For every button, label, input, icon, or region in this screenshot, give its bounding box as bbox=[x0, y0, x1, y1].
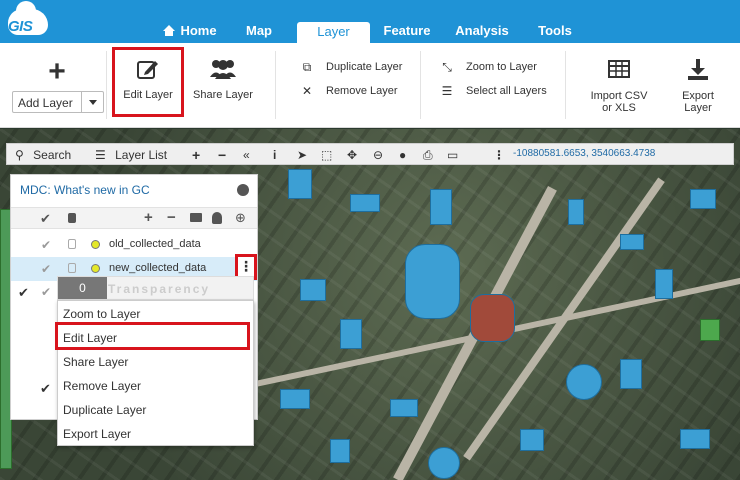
unlock-icon[interactable] bbox=[68, 239, 76, 249]
zoom-in-icon[interactable]: + bbox=[192, 147, 200, 163]
edit-layer-button[interactable]: Edit Layer bbox=[116, 57, 180, 101]
group-check-icon[interactable]: ✔ bbox=[18, 285, 29, 301]
collapse-icon[interactable]: « bbox=[243, 147, 250, 163]
top-nav-bar: GIS Home Map Layer Feature Analysis Tool… bbox=[0, 0, 740, 43]
add-layer-icon[interactable]: + bbox=[144, 209, 153, 226]
measure-icon[interactable]: ▭ bbox=[447, 147, 458, 163]
zoom-icon[interactable]: ⊕ bbox=[235, 210, 246, 226]
copy-icon: ⧉ bbox=[302, 60, 312, 74]
visibility-check-icon[interactable]: ✔ bbox=[41, 262, 51, 276]
tab-analysis[interactable]: Analysis bbox=[450, 22, 514, 43]
pointer-icon[interactable]: ➤ bbox=[297, 147, 307, 163]
check-all-icon[interactable]: ✔ bbox=[40, 211, 51, 227]
lock-icon[interactable] bbox=[68, 213, 76, 223]
map-toolbar: ⚲ Search ☰ Layer List + − « i ➤ ⬚ ✥ ⊖ ● … bbox=[6, 143, 734, 165]
remove-layer-icon[interactable]: − bbox=[167, 209, 176, 226]
close-icon: ✕ bbox=[301, 84, 313, 98]
gis-logo: GIS bbox=[4, 1, 50, 39]
layer-panel-header: ✔ + − ⊕ bbox=[11, 207, 257, 229]
select-all-layers-button[interactable]: ☰ Select all Layers bbox=[440, 84, 550, 99]
expand-icon: ⤡ bbox=[442, 60, 452, 74]
transparency-slider[interactable]: 0 Transparency bbox=[57, 276, 254, 300]
folder-icon[interactable] bbox=[190, 213, 202, 222]
tab-tools[interactable]: Tools bbox=[530, 22, 580, 43]
layer-color-dot bbox=[91, 240, 100, 249]
tab-home[interactable]: Home bbox=[160, 22, 220, 43]
plus-icon: + bbox=[48, 55, 66, 88]
pan-icon[interactable]: ✥ bbox=[347, 147, 357, 163]
info-icon[interactable]: i bbox=[273, 147, 276, 163]
layer-row[interactable]: ✔ old_collected_data bbox=[11, 233, 257, 257]
transparency-label: Transparency bbox=[108, 282, 211, 296]
menu-item-duplicate-layer[interactable]: Duplicate Layer bbox=[63, 403, 146, 417]
print-icon[interactable]: ⎙ bbox=[423, 147, 433, 163]
menu-item-remove-layer[interactable]: Remove Layer bbox=[63, 379, 141, 393]
tab-map[interactable]: Map bbox=[234, 22, 284, 43]
list-icon: ☰ bbox=[441, 84, 453, 98]
globe-icon[interactable]: ● bbox=[399, 147, 406, 163]
menu-item-export-layer[interactable]: Export Layer bbox=[63, 427, 131, 441]
select-box-icon[interactable]: ⬚ bbox=[321, 147, 332, 163]
duplicate-layer-button[interactable]: ⧉ Duplicate Layer bbox=[300, 60, 410, 75]
layer-color-dot bbox=[91, 264, 100, 273]
table-icon bbox=[608, 60, 630, 78]
unlock-icon[interactable] bbox=[68, 263, 76, 273]
menu-item-zoom-to-layer[interactable]: Zoom to Layer bbox=[63, 307, 140, 321]
menu-item-share-layer[interactable]: Share Layer bbox=[63, 355, 128, 369]
visibility-check-icon[interactable]: ✔ bbox=[41, 285, 51, 299]
home-icon bbox=[163, 25, 176, 36]
share-layer-button[interactable]: Share Layer bbox=[190, 57, 256, 101]
layer-list-button[interactable]: ☰ Layer List bbox=[95, 147, 167, 163]
user-icon[interactable] bbox=[212, 212, 222, 224]
globe-icon[interactable] bbox=[237, 184, 249, 196]
add-layer-dropdown[interactable]: Add Layer bbox=[12, 91, 104, 113]
tab-layer[interactable]: Layer bbox=[297, 22, 370, 43]
list-icon: ☰ bbox=[95, 148, 106, 162]
edit-icon bbox=[137, 61, 158, 79]
download-icon bbox=[688, 59, 708, 80]
coordinate-readout: -10880581.6653, 3540663.4738 bbox=[513, 148, 656, 159]
visibility-check-icon[interactable]: ✔ bbox=[41, 238, 51, 252]
zoom-to-layer-button[interactable]: ⤡ Zoom to Layer bbox=[440, 60, 550, 75]
search-button[interactable]: ⚲ Search bbox=[15, 147, 71, 163]
more-icon[interactable]: ⋮ bbox=[493, 147, 505, 163]
edit-layer-menu-highlight bbox=[55, 322, 250, 350]
import-csv-button[interactable]: Import CSV or XLS bbox=[583, 59, 655, 114]
tab-feature[interactable]: Feature bbox=[378, 22, 436, 43]
transparency-value: 0 bbox=[58, 277, 107, 299]
users-icon bbox=[210, 60, 236, 79]
search-icon: ⚲ bbox=[15, 148, 24, 162]
panel-title: MDC: What's new in GC bbox=[20, 183, 150, 197]
remove-layer-button[interactable]: ✕ Remove Layer bbox=[300, 84, 410, 99]
chevron-down-icon[interactable] bbox=[81, 92, 103, 112]
group-check-icon[interactable]: ✔ bbox=[40, 381, 51, 397]
add-layer-plus-button[interactable]: + bbox=[44, 57, 70, 87]
layer-ribbon: + Add Layer Edit Layer Share Layer ⧉ Dup… bbox=[0, 43, 740, 128]
export-layer-button[interactable]: Export Layer bbox=[668, 57, 728, 114]
zoom-out-icon[interactable]: − bbox=[218, 147, 226, 163]
zoom-area-icon[interactable]: ⊖ bbox=[373, 147, 383, 163]
